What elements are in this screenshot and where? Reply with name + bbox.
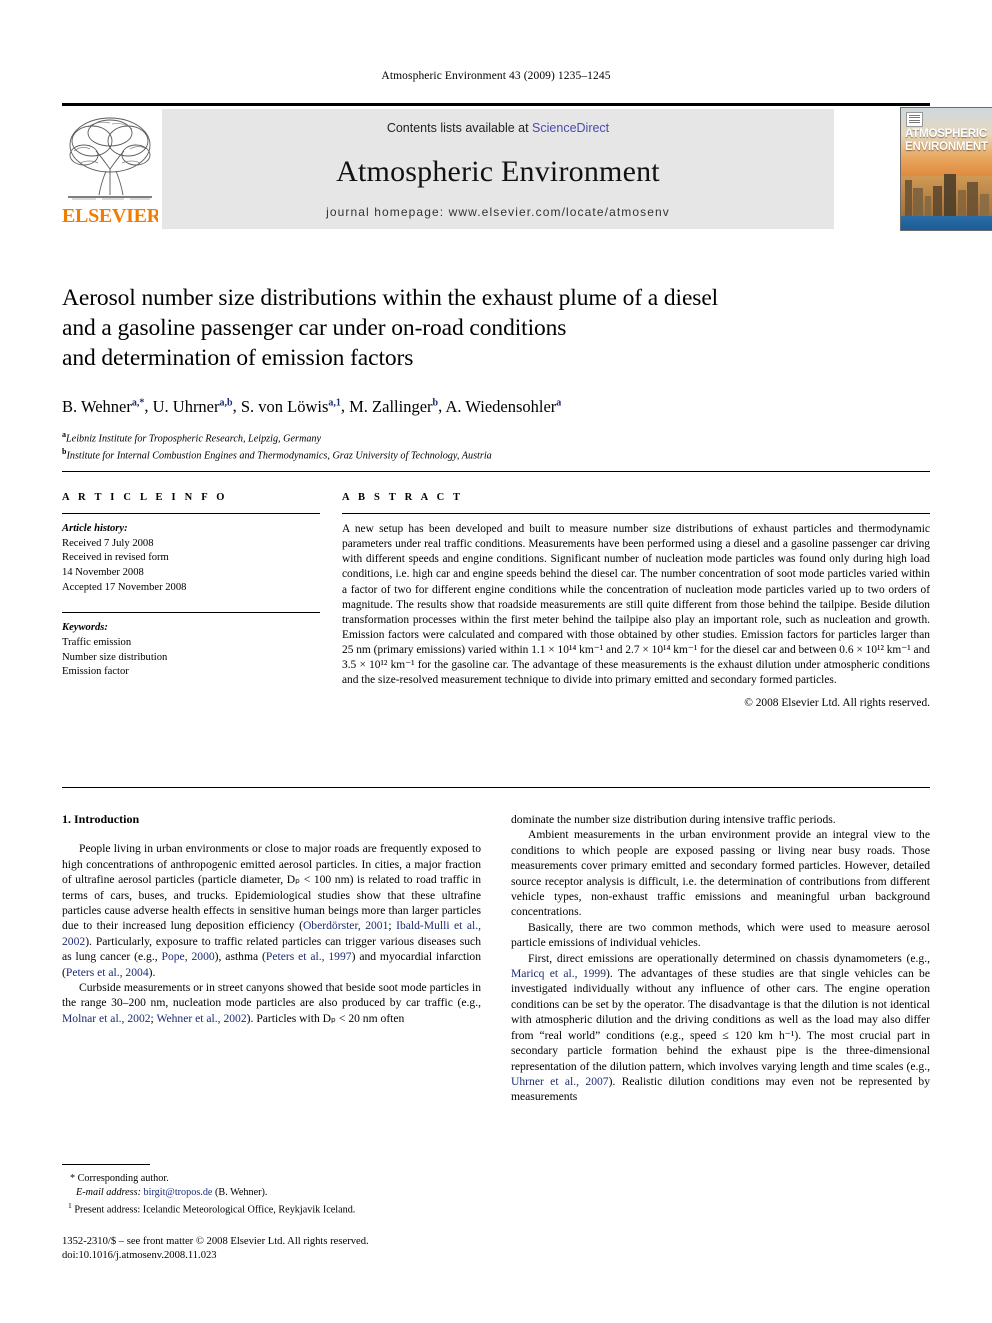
author-list: B. Wehnera,*, U. Uhrnera,b, S. von Löwis… xyxy=(62,396,562,416)
author-name: S. von Löwis xyxy=(240,396,329,416)
cover-building xyxy=(925,196,931,216)
keyword-item: Traffic emission xyxy=(62,636,132,648)
article-info-rule xyxy=(62,513,320,515)
keywords-rule xyxy=(62,612,320,614)
paragraph: Curbside measurements or in street canyo… xyxy=(62,981,481,1025)
journal-article-page: Atmospheric Environment 43 (2009) 1235–1… xyxy=(0,0,992,1323)
article-history-item: Received in revised form xyxy=(62,552,169,564)
affiliation-list: aLeibniz Institute for Tropospheric Rese… xyxy=(62,428,930,464)
keywords-label: Keywords: xyxy=(62,622,108,634)
cover-building xyxy=(933,186,942,216)
imprint-doi-line: doi:10.1016/j.atmosenv.2008.11.023 xyxy=(62,1249,217,1261)
page-title: Aerosol number size distributions within… xyxy=(62,283,930,373)
footnote-rule xyxy=(62,1164,150,1166)
author-marks: a,* xyxy=(131,397,145,408)
keyword-item: Emission factor xyxy=(62,666,129,678)
running-head: Atmospheric Environment 43 (2009) 1235–1… xyxy=(381,70,611,82)
body-column-left: 1. Introduction People living in urban e… xyxy=(62,812,481,1026)
cover-building xyxy=(905,180,912,216)
footnote-block: * Corresponding author. E-mail address: … xyxy=(62,1172,481,1217)
affiliation-text: Leibniz Institute for Tropospheric Resea… xyxy=(66,432,322,444)
contents-prefix: Contents lists available at xyxy=(386,121,533,135)
footnote-email-owner: (B. Wehner). xyxy=(215,1186,268,1198)
paper-title-line3: and determination of emission factors xyxy=(62,345,414,371)
author-name: A. Wiedensohler xyxy=(445,396,557,416)
author-name: M. Zallinger xyxy=(349,396,433,416)
article-history-item: Received 7 July 2008 xyxy=(62,537,154,549)
imprint-issn-line: 1352-2310/$ – see front matter © 2008 El… xyxy=(62,1236,369,1247)
affiliation: bInstitute for Internal Combustion Engin… xyxy=(62,445,930,463)
title-block: Aerosol number size distributions within… xyxy=(62,283,930,463)
author: B. Wehnera,* xyxy=(62,397,144,416)
section-heading-introduction: 1. Introduction xyxy=(62,812,140,826)
sciencedirect-link[interactable]: ScienceDirect xyxy=(532,121,609,135)
author-marks: b xyxy=(432,397,439,408)
article-history-item: 14 November 2008 xyxy=(62,566,144,578)
cover-title: ATMOSPHERIC ENVIRONMENT xyxy=(905,128,989,153)
info-band-top-rule xyxy=(62,471,930,473)
footnote-email-label: E-mail address: xyxy=(76,1186,141,1198)
cover-title-line2: ENVIRONMENT xyxy=(905,140,988,153)
paragraph: People living in urban environments or c… xyxy=(62,842,482,979)
cover-building xyxy=(958,190,966,216)
masthead-top-rule xyxy=(62,103,930,106)
author-marks: a xyxy=(556,397,562,408)
abstract-column: A B S T R A C T A new setup has been dev… xyxy=(342,492,930,709)
paragraph: Ambient measurements in the urban enviro… xyxy=(511,828,930,919)
cover-building xyxy=(967,182,978,216)
keyword-item: Number size distribution xyxy=(62,651,168,663)
article-info-heading: A R T I C L E I N F O xyxy=(62,492,228,503)
paragraph: dominate the number size distribution du… xyxy=(511,813,836,826)
paper-title-line1: Aerosol number size distributions within… xyxy=(62,285,719,311)
elsevier-wordmark: ELSEVIER xyxy=(62,205,158,227)
author-name: U. Uhrner xyxy=(152,396,220,416)
contents-available-line: Contents lists available at ScienceDirec… xyxy=(162,121,834,135)
paragraph: Basically, there are two common methods,… xyxy=(511,920,930,950)
cover-publisher-badge-icon xyxy=(906,112,923,127)
author-marks: a,1 xyxy=(328,397,341,408)
body-column-right: dominate the number size distribution du… xyxy=(511,812,930,1105)
journal-header-band: Contents lists available at ScienceDirec… xyxy=(162,109,834,229)
journal-homepage-link[interactable]: journal homepage: www.elsevier.com/locat… xyxy=(162,205,834,219)
footnote-present-address-text: Present address: Icelandic Meteorologica… xyxy=(74,1204,356,1216)
article-history-label: Article history: xyxy=(62,523,128,535)
cover-water xyxy=(901,216,992,230)
abstract-text: A new setup has been developed and built… xyxy=(342,523,930,687)
paragraph: First, direct emissions are operationall… xyxy=(511,951,931,1104)
cover-title-line1: ATMOSPHERIC xyxy=(905,128,987,140)
journal-title: Atmospheric Environment xyxy=(336,155,660,188)
cover-building xyxy=(944,174,956,216)
author: U. Uhrnera,b xyxy=(153,397,233,416)
journal-cover-thumbnail: ATMOSPHERIC ENVIRONMENT xyxy=(900,107,992,231)
cover-building xyxy=(980,194,989,216)
article-history-item: Accepted 17 November 2008 xyxy=(62,581,187,593)
abstract-heading: A B S T R A C T xyxy=(342,492,464,503)
author-marks: a,b xyxy=(219,397,233,408)
info-band-bottom-rule xyxy=(62,787,930,789)
footnote-email-link[interactable]: birgit@tropos.de xyxy=(144,1187,213,1198)
journal-masthead: ELSEVIER Contents lists available at Sci… xyxy=(62,103,992,231)
affiliation: aLeibniz Institute for Tropospheric Rese… xyxy=(62,428,930,446)
paper-title-line2: and a gasoline passenger car under on-ro… xyxy=(62,315,567,341)
author: S. von Löwisa,1 xyxy=(241,397,341,416)
cover-building xyxy=(913,188,923,216)
footnote-present-address: 1 Present address: Icelandic Meteorologi… xyxy=(62,1199,481,1217)
elsevier-logo: ELSEVIER xyxy=(62,109,158,229)
footnote-corresponding-author: * Corresponding author. xyxy=(70,1173,169,1184)
author: A. Wiedensohlera xyxy=(445,397,561,416)
affiliation-text: Institute for Internal Combustion Engine… xyxy=(66,450,492,462)
footnote-mark: 1 xyxy=(68,1201,72,1211)
article-info-column: A R T I C L E I N F O Article history: R… xyxy=(62,492,320,680)
elsevier-tree-icon xyxy=(68,117,152,200)
author-name: B. Wehner xyxy=(62,396,132,416)
abstract-rule xyxy=(342,513,930,515)
abstract-copyright: © 2008 Elsevier Ltd. All rights reserved… xyxy=(744,697,930,710)
author: M. Zallingerb xyxy=(349,397,438,416)
imprint-block: 1352-2310/$ – see front matter © 2008 El… xyxy=(62,1235,522,1262)
